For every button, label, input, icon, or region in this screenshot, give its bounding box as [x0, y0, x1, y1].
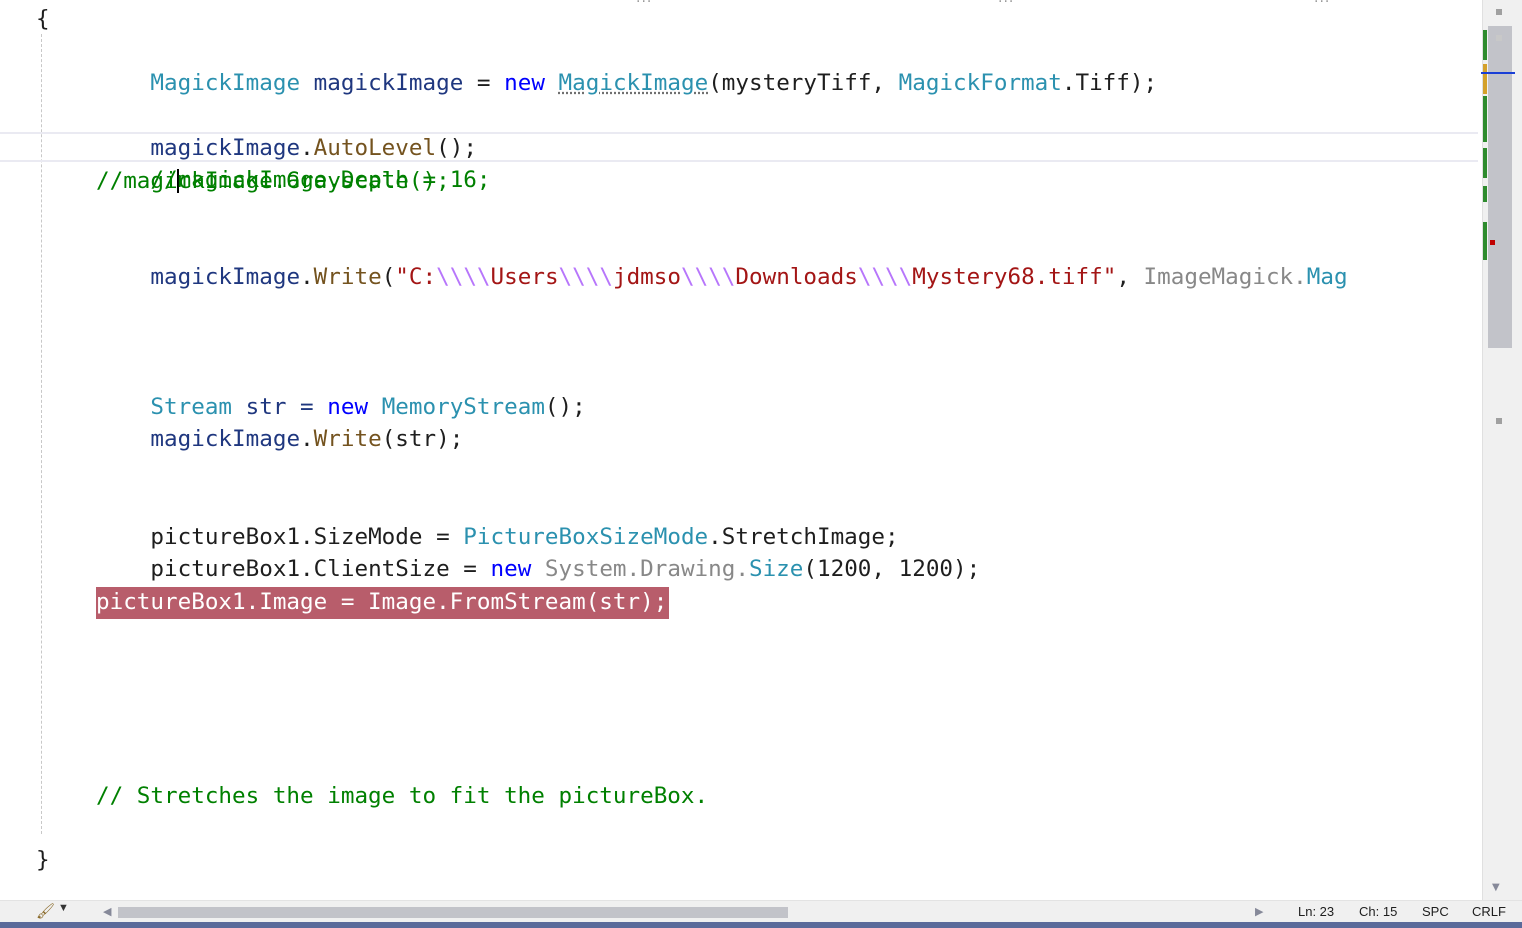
punct: (	[381, 264, 396, 290]
string-token: "C:	[395, 264, 437, 290]
variable-token: magickImage	[150, 426, 301, 452]
string-token: Downloads	[735, 264, 858, 290]
vertical-scroll-thumb[interactable]	[1488, 26, 1512, 348]
collapsed-region-marker[interactable]: ···	[1314, 0, 1330, 10]
collapsed-region-marker[interactable]: ···	[998, 0, 1014, 10]
collapsed-region-marker[interactable]: ···	[636, 0, 652, 10]
scroll-right-icon[interactable]: ▶	[1255, 905, 1263, 918]
code-line-7[interactable]: magickImage.Write(str);	[96, 391, 463, 452]
keyword-token: new	[490, 556, 532, 582]
variable-token: magickImage	[150, 264, 301, 290]
scroll-marker	[1496, 418, 1502, 424]
line-number[interactable]: Ln: 23	[1298, 904, 1334, 920]
escape-token: \\\\	[857, 264, 913, 290]
open-brace: {	[36, 6, 50, 32]
change-marker	[1483, 64, 1487, 94]
string-token: Users	[490, 264, 559, 290]
statement-token: pictureBox1.ClientSize =	[150, 556, 491, 582]
code-line-2[interactable]: magickImage.AutoLevel();	[96, 100, 477, 161]
type-token: MagickFormat	[898, 70, 1062, 96]
method-token: Write	[313, 426, 382, 452]
code-line-4[interactable]: //magickImage.Grayscale();	[96, 165, 450, 197]
line-ending[interactable]: CRLF	[1472, 904, 1506, 920]
scroll-up-icon[interactable]	[1496, 9, 1502, 15]
scroll-left-icon[interactable]: ◀	[103, 905, 111, 918]
type-token: Mag	[1306, 264, 1348, 290]
code-line-3[interactable]: //magickImage.Depth = 16;	[96, 132, 490, 193]
close-brace: }	[36, 847, 50, 873]
change-marker	[1483, 148, 1487, 178]
code-line-9[interactable]: pictureBox1.ClientSize = new System.Draw…	[96, 521, 980, 582]
keyword-token: new	[504, 70, 545, 96]
column-number[interactable]: Ch: 15	[1359, 904, 1397, 920]
punct: ,	[1116, 264, 1144, 290]
member-token: .Tiff);	[1061, 70, 1158, 96]
operator-token: =	[476, 70, 505, 96]
code-editor[interactable]: ··· ··· ··· { MagickImage magickImage = …	[0, 0, 1482, 900]
breakpoint-highlighted-line[interactable]: pictureBox1.Image = Image.FromStream(str…	[96, 587, 670, 619]
escape-token: \\\\	[558, 264, 613, 290]
code-line-11[interactable]: // Stretches the image to fit the pictur…	[96, 780, 708, 812]
args-token: (mysteryTiff,	[708, 70, 899, 96]
horizontal-scroll-thumb[interactable]	[118, 907, 788, 918]
split-marker	[1496, 35, 1502, 41]
type-token: Size	[748, 556, 804, 582]
change-marker	[1483, 222, 1487, 260]
breakpoint-marker	[1490, 240, 1495, 245]
namespace-token: System.Drawing.	[544, 556, 749, 582]
string-token: jdmso	[612, 264, 681, 290]
status-bar: 🖌 ▼ ◀ ▶ Ln: 23 Ch: 15 SPC CRLF	[0, 900, 1522, 922]
variable-token: magickImage	[300, 70, 477, 96]
change-marker	[1483, 30, 1487, 60]
escape-token: \\\\	[436, 264, 491, 290]
method-token: Write	[313, 264, 382, 290]
escape-token: \\\\	[680, 264, 736, 290]
namespace-token: ImageMagick.	[1143, 264, 1307, 290]
dot: .	[300, 426, 314, 452]
dropdown-icon[interactable]: ▼	[58, 902, 69, 914]
window-bottom-border	[0, 922, 1522, 928]
punct: ();	[544, 394, 586, 420]
dot: .	[300, 264, 314, 290]
code-line-1[interactable]: MagickImage magickImage = new MagickImag…	[96, 35, 1157, 96]
brush-icon[interactable]: 🖌	[36, 902, 55, 920]
punct: (str);	[381, 426, 464, 452]
string-token: Mystery68.tiff"	[912, 264, 1117, 290]
scroll-down-icon[interactable]: ▼	[1492, 882, 1500, 893]
code-line-6[interactable]: Stream str = new MemoryStream();	[96, 359, 585, 420]
args-token: (1200, 1200);	[803, 556, 981, 582]
code-line-5[interactable]: magickImage.Write("C:\\\\Users\\\\jdmso\…	[96, 229, 1347, 290]
change-marker	[1483, 96, 1487, 142]
code-line-8[interactable]: pictureBox1.SizeMode = PictureBoxSizeMod…	[96, 489, 898, 550]
type-token: MagickImage	[558, 70, 709, 96]
type-token: MagickImage	[150, 70, 301, 96]
indentation-mode[interactable]: SPC	[1422, 904, 1449, 920]
caret-position-marker	[1481, 72, 1515, 74]
change-marker	[1483, 186, 1487, 202]
